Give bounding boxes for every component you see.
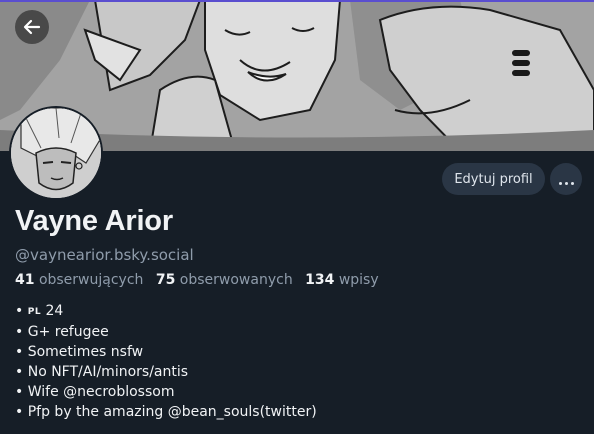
ellipsis-icon: [557, 170, 575, 189]
bio-line: • G+ refugee: [15, 324, 109, 340]
posts-label: wpisy: [338, 272, 379, 288]
back-button[interactable]: [15, 10, 49, 44]
display-name: Vayne Arior: [15, 205, 173, 237]
bio-text: Sometimes nsfw: [27, 344, 144, 360]
followers-link[interactable]: 41 obserwujących: [15, 272, 143, 288]
flag-pl-icon: PL: [27, 307, 42, 317]
bio-text: G+ refugee: [27, 324, 109, 340]
avatar-image: [11, 108, 101, 198]
profile-stats: 41 obserwujących 75 obserwowanych 134 wp…: [15, 272, 379, 288]
followers-label: obserwujących: [38, 272, 144, 288]
bio-line: • Pfp by the amazing @bean_souls(twitter…: [15, 404, 317, 420]
bio-line: • Wife @necroblossom: [15, 384, 175, 400]
profile-bio: • PL 24 • G+ refugee • Sometimes nsfw • …: [15, 301, 317, 422]
bio-text: No NFT/AI/minors/antis: [27, 364, 189, 380]
avatar[interactable]: [9, 106, 103, 200]
followers-count: 41: [15, 272, 35, 288]
bio-age: 24: [45, 303, 64, 319]
following-count: 75: [155, 272, 176, 288]
bio-line: • Sometimes nsfw: [15, 344, 144, 360]
following-label: obserwowanych: [179, 272, 293, 288]
following-link[interactable]: 75 obserwowanych: [156, 272, 293, 288]
more-options-button[interactable]: [550, 163, 582, 195]
profile-handle: @vaynearior.bsky.social: [15, 246, 194, 264]
edit-profile-button[interactable]: Edytuj profil: [442, 163, 545, 195]
posts-stat: 134 wpisy: [305, 272, 379, 288]
posts-count: 134: [305, 272, 335, 288]
arrow-left-icon: [23, 19, 41, 35]
bio-text: Wife @necroblossom: [27, 384, 175, 400]
bio-text: Pfp by the amazing @bean_souls(twitter): [27, 404, 317, 420]
bio-line: • No NFT/AI/minors/antis: [15, 364, 189, 380]
bio-line: • PL 24: [15, 303, 64, 319]
top-accent-line: [0, 0, 594, 2]
